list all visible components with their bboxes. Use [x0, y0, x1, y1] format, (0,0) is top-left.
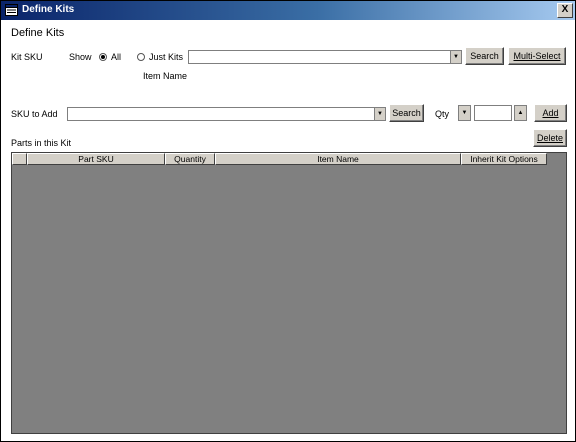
radio-all[interactable] [99, 53, 107, 61]
sku-to-add-combo[interactable]: ▼ [67, 107, 386, 121]
column-header-item-name[interactable]: Item Name [215, 153, 461, 165]
qty-label: Qty [435, 109, 450, 119]
column-header-inherit-kit-options[interactable]: Inherit Kit Options [461, 153, 547, 165]
show-label: Show [69, 52, 92, 62]
dropdown-arrow-icon[interactable]: ▼ [450, 51, 461, 63]
grid-header: Part SKU Quantity Item Name Inherit Kit … [12, 153, 547, 165]
title-bar[interactable]: Define Kits X [1, 1, 575, 20]
item-name-label: Item Name [143, 71, 188, 81]
radio-just-kits-label[interactable]: Just Kits [149, 52, 183, 62]
define-kits-window: Define Kits X Define Kits Kit SKU Show A… [0, 0, 576, 442]
qty-increment-button[interactable]: ▲ [514, 105, 527, 121]
delete-button[interactable]: Delete [533, 129, 567, 147]
sku-to-add-label: SKU to Add [11, 109, 58, 119]
column-header-part-sku[interactable]: Part SKU [27, 153, 165, 165]
column-header-quantity[interactable]: Quantity [165, 153, 215, 165]
kit-sku-label: Kit SKU [11, 52, 43, 62]
parts-label: Parts in this Kit [11, 138, 72, 148]
qty-decrement-button[interactable]: ▼ [458, 105, 471, 121]
radio-just-kits[interactable] [137, 53, 145, 61]
row-selector-header[interactable] [12, 153, 27, 165]
parts-grid[interactable]: Part SKU Quantity Item Name Inherit Kit … [11, 152, 567, 434]
form-icon [5, 4, 18, 16]
multi-select-button[interactable]: Multi-Select [508, 47, 566, 65]
radio-all-label[interactable]: All [111, 52, 121, 62]
kit-sku-combo[interactable]: ▼ [188, 50, 462, 64]
window-title: Define Kits [22, 4, 75, 15]
kit-search-button[interactable]: Search [465, 47, 504, 65]
page-title: Define Kits [11, 27, 65, 39]
dropdown-arrow-icon[interactable]: ▼ [374, 108, 385, 120]
add-button[interactable]: Add [534, 104, 567, 122]
sku-search-button[interactable]: Search [389, 104, 424, 122]
qty-input[interactable] [474, 105, 512, 121]
close-button[interactable]: X [557, 3, 573, 18]
